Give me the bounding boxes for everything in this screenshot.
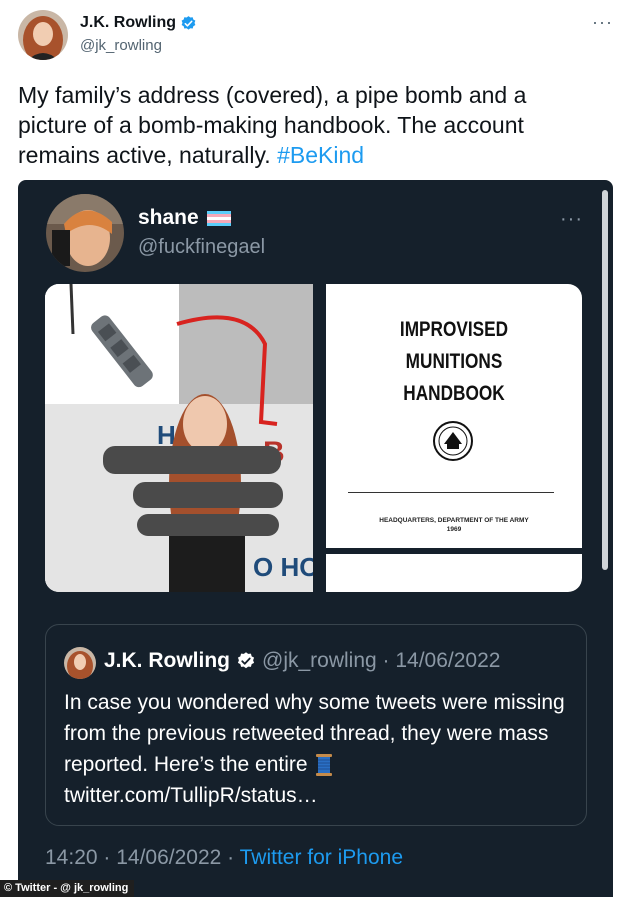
embedded-scrollbar [602, 190, 608, 570]
author-avatar[interactable] [18, 10, 68, 60]
author-name[interactable]: J.K. Rowling [80, 14, 197, 32]
media-image-handbook: IMPROVISED MUNITIONS HANDBOOK HEADQUARTE… [326, 284, 582, 592]
quoted-handle-date: @jk_rowling · 14/06/2022 [262, 649, 501, 672]
handbook-footer-line2: 1969 [446, 526, 462, 533]
handbook-page: IMPROVISED MUNITIONS HANDBOOK HEADQUARTE… [326, 284, 582, 548]
quoted-avatar [64, 647, 96, 679]
handbook-title-line3: HANDBOOK [403, 382, 505, 405]
spool-of-thread-icon [316, 754, 333, 777]
svg-text:O HO: O HO [253, 552, 313, 582]
handbook-title-line2: MUNITIONS [405, 350, 503, 373]
quoted-text: In case you wondered why some tweets wer… [64, 687, 584, 811]
media-image-collage: H B O HO [45, 284, 313, 592]
source-app-link: Twitter for iPhone [239, 846, 404, 869]
embedded-timestamp: 14:20 · 14/06/2022 · Twitter for iPhone [45, 846, 403, 870]
author-name-text[interactable]: J.K. Rowling [80, 14, 176, 32]
verified-badge-icon [181, 15, 196, 30]
author-handle[interactable]: @jk_rowling [80, 37, 162, 54]
handbook-footer-line1: HEADQUARTERS, DEPARTMENT OF THE ARMY [379, 517, 529, 524]
handbook-title: IMPROVISED MUNITIONS HANDBOOK [349, 314, 559, 410]
more-options-icon[interactable]: ··· [592, 12, 613, 33]
photo-credit: © Twitter - @ jk_rowling [0, 880, 135, 897]
embedded-avatar [46, 194, 124, 272]
quoted-verified-badge-icon [237, 652, 255, 669]
embedded-tweet-screenshot: shane @fuckfinegael ··· H O HO IMPROVISE… [18, 180, 613, 897]
embedded-name-text: shane [138, 206, 199, 229]
tweet-text: My family’s address (covered), a pipe bo… [18, 80, 598, 170]
handbook-rule [348, 492, 554, 493]
handbook-footer: HEADQUARTERS, DEPARTMENT OF THE ARMY 196… [326, 516, 582, 534]
quoted-tweet[interactable]: J.K. Rowling @jk_rowling · 14/06/2022 In… [45, 624, 587, 826]
timestamp-text: 14:20 · 14/06/2022 · [45, 846, 240, 869]
quoted-header: J.K. Rowling @jk_rowling · 14/06/2022 [104, 649, 500, 673]
handbook-next-page [326, 554, 582, 592]
trans-flag-icon [206, 210, 231, 226]
handbook-title-line1: IMPROVISED [399, 318, 509, 341]
embedded-more-icon: ··· [560, 208, 583, 230]
quoted-name: J.K. Rowling [104, 649, 230, 672]
embedded-handle: @fuckfinegael [138, 236, 266, 258]
hashtag-link[interactable]: #BeKind [277, 142, 364, 168]
tweet-body: My family’s address (covered), a pipe bo… [18, 82, 527, 168]
emblem-seal-icon [433, 421, 473, 461]
quoted-link: twitter.com/TullipR/status… [64, 784, 318, 807]
tweet-card: J.K. Rowling @jk_rowling ··· My family’s… [0, 0, 629, 897]
embedded-name: shane [138, 206, 231, 230]
